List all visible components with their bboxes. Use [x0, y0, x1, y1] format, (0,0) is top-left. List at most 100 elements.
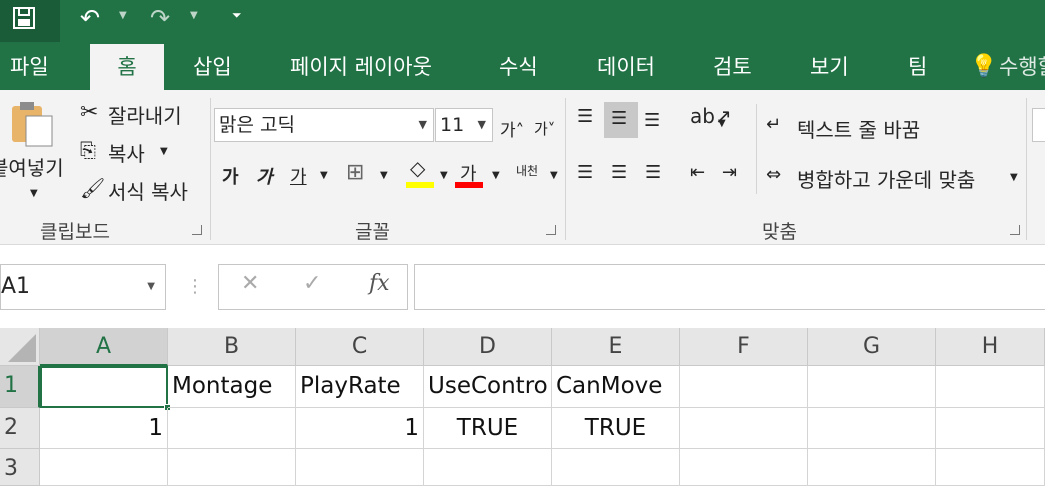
wrap-text-icon: ↵ [766, 114, 782, 135]
save-button[interactable] [0, 0, 60, 42]
chevron-down-icon[interactable]: ▼ [440, 170, 448, 181]
wrap-text-button[interactable]: 텍스트 줄 바꿈 [797, 114, 920, 143]
border-icon[interactable]: ⊞ [346, 160, 364, 185]
format-painter-icon: 🖌 [80, 176, 106, 200]
column-header-a[interactable]: A [40, 328, 168, 366]
undo-icon[interactable]: ↶ [80, 4, 100, 32]
align-right-icon[interactable]: ☰ [645, 162, 661, 183]
cell-d2[interactable]: TRUE [424, 408, 552, 449]
align-bottom-icon[interactable]: ☰ [644, 110, 660, 131]
cell-f2[interactable] [680, 408, 808, 449]
row-header-1[interactable]: 1 [0, 366, 40, 408]
tab-data[interactable]: 데이터 [597, 44, 655, 90]
chevron-down-icon[interactable]: ▼ [119, 10, 127, 21]
row-header-3[interactable]: 3 [0, 449, 40, 486]
name-box-value: A1 [1, 274, 31, 299]
tab-page-layout[interactable]: 페이지 레이아웃 [290, 44, 432, 90]
enter-icon[interactable]: ✓ [303, 271, 321, 296]
align-left-icon[interactable]: ☰ [577, 162, 593, 183]
increase-font-icon[interactable]: 가˄ [500, 116, 524, 141]
fill-color-icon[interactable]: ◇ [410, 156, 425, 180]
chevron-down-icon[interactable]: ▼ [160, 146, 168, 157]
tab-view[interactable]: 보기 [810, 44, 849, 90]
underline-button[interactable]: 가 [290, 163, 307, 189]
row-header-2[interactable]: 2 [0, 408, 40, 449]
paste-button[interactable]: 붙여넣기 [0, 152, 64, 181]
tab-team[interactable]: 팀 [908, 44, 927, 90]
cell-e3[interactable] [552, 449, 680, 486]
column-header-d[interactable]: D [424, 328, 552, 366]
font-name-select[interactable]: 맑은 고딕 ▼ [214, 108, 434, 142]
dialog-launcher-icon[interactable] [1010, 225, 1020, 235]
name-box[interactable]: A1 ▼ [0, 264, 166, 310]
column-header-f[interactable]: F [680, 328, 808, 366]
customize-qat-icon[interactable]: ⏷ [232, 8, 242, 23]
cell-c2[interactable]: 1 [296, 408, 424, 449]
decrease-indent-icon[interactable]: ⇤ [690, 162, 705, 183]
chevron-down-icon[interactable]: ▼ [1010, 172, 1018, 183]
chevron-down-icon[interactable]: ▼ [492, 170, 500, 181]
chevron-down-icon[interactable]: ▼ [320, 170, 328, 181]
group-label-alignment: 맞춤 [762, 221, 797, 243]
cell-b1[interactable]: Montage [168, 366, 296, 408]
align-middle-button[interactable]: ☰ [604, 102, 638, 138]
redo-icon[interactable]: ↷ [150, 4, 170, 32]
select-all-button[interactable] [0, 328, 40, 366]
dialog-launcher-icon[interactable] [192, 225, 202, 235]
phonetic-button[interactable]: 내천 [516, 162, 538, 179]
cell-e1[interactable]: CanMove [552, 366, 680, 408]
tab-review[interactable]: 검토 [713, 44, 752, 90]
align-center-icon[interactable]: ☰ [611, 162, 627, 183]
increase-indent-icon[interactable]: ⇥ [722, 162, 737, 183]
align-top-icon[interactable]: ☰ [577, 106, 593, 127]
cell-b3[interactable] [168, 449, 296, 486]
chevron-down-icon[interactable]: ▼ [380, 170, 388, 181]
cell-d3[interactable] [424, 449, 552, 486]
copy-button[interactable]: 복사 [108, 138, 145, 167]
cell-h1[interactable] [936, 366, 1045, 408]
cell-e2[interactable]: TRUE [552, 408, 680, 449]
column-header-h[interactable]: H [936, 328, 1045, 366]
italic-button[interactable]: 가 [256, 163, 273, 189]
insert-function-icon[interactable]: fx [369, 271, 390, 296]
cell-b2[interactable] [168, 408, 296, 449]
cell-g2[interactable] [808, 408, 936, 449]
cell-f3[interactable] [680, 449, 808, 486]
column-header-b[interactable]: B [168, 328, 296, 366]
formula-input[interactable] [414, 264, 1045, 310]
dialog-launcher-icon[interactable] [546, 225, 556, 235]
cell-c3[interactable] [296, 449, 424, 486]
chevron-down-icon[interactable]: ▼ [718, 118, 726, 129]
font-size-select[interactable]: 11 ▼ [435, 108, 493, 142]
tab-insert[interactable]: 삽입 [193, 44, 232, 90]
tab-home[interactable]: 홈 [90, 44, 164, 90]
decrease-font-icon[interactable]: 가˅ [534, 118, 555, 139]
merge-center-button[interactable]: 병합하고 가운데 맞춤 [797, 164, 975, 193]
cell-g1[interactable] [808, 366, 936, 408]
column-header-c[interactable]: C [296, 328, 424, 366]
cell-a2[interactable]: 1 [40, 408, 168, 449]
tab-formulas[interactable]: 수식 [499, 44, 538, 90]
chevron-down-icon[interactable]: ▼ [190, 10, 198, 21]
bold-button[interactable]: 가 [222, 163, 239, 189]
cell-f1[interactable] [680, 366, 808, 408]
tell-me-box[interactable]: 수행할 [999, 44, 1045, 90]
tab-file[interactable]: 파일 [10, 44, 49, 90]
cell-g3[interactable] [808, 449, 936, 486]
number-format-select[interactable] [1032, 108, 1045, 142]
cut-button[interactable]: 잘라내기 [108, 100, 182, 129]
column-header-g[interactable]: G [808, 328, 936, 366]
cell-d1[interactable]: UseContro [424, 366, 552, 408]
cell-h2[interactable] [936, 408, 1045, 449]
drag-handle-icon[interactable]: ⋮ [186, 276, 204, 297]
format-painter-button[interactable]: 서식 복사 [108, 176, 188, 205]
chevron-down-icon[interactable]: ▼ [550, 170, 558, 181]
cell-a3[interactable] [40, 449, 168, 486]
cell-h3[interactable] [936, 449, 1045, 486]
fill-color-swatch [406, 182, 434, 188]
cell-c1[interactable]: PlayRate [296, 366, 424, 408]
cell-a1[interactable] [40, 366, 168, 408]
chevron-down-icon[interactable]: ▼ [30, 188, 38, 199]
cancel-icon[interactable]: ✕ [241, 271, 259, 296]
column-header-e[interactable]: E [552, 328, 680, 366]
